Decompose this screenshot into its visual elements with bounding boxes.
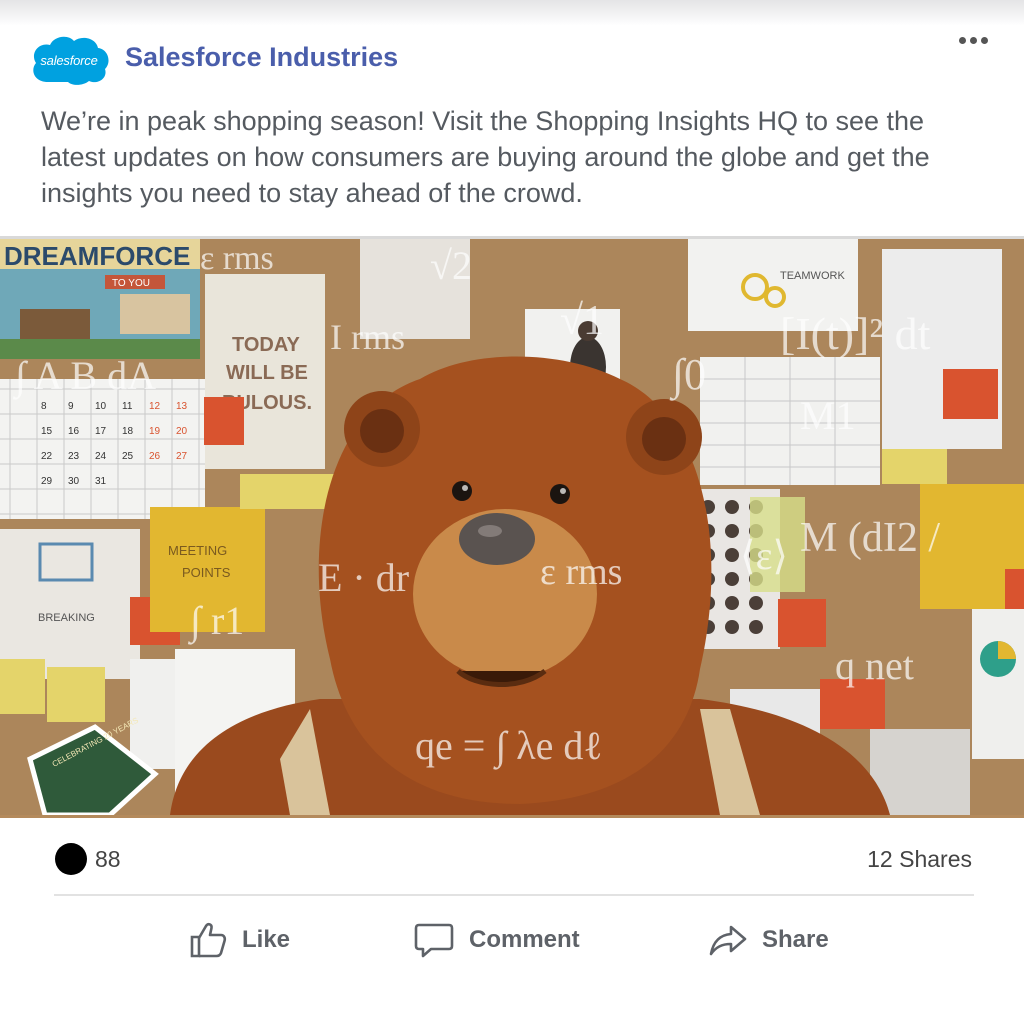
calendar-day: 13 [176,401,188,412]
note-meeting: MEETING [168,543,227,558]
note-today: TODAY [232,334,300,356]
calendar-day: 10 [95,401,107,412]
math-14: qe = ∫ λe dℓ [415,723,603,770]
math-13: q net [835,643,914,688]
author-name[interactable]: Salesforce Industries [125,42,398,73]
calendar-day: 20 [176,426,188,437]
math-15: ∫ r1 [187,598,244,645]
logo-text: salesforce [40,52,98,68]
math-11: ⟨ε⟩ [740,533,788,578]
math-5: [I(t)]² dt [780,308,931,359]
face-photo [725,548,739,562]
calendar: 8 9 10 11 12 13 15 16 17 18 19 20 22 23 24 25 26 27 29 30 31 [0,379,205,519]
reaction-count[interactable]: 88 [95,846,121,873]
note-breaking: BREAKING [38,612,95,624]
breaking-note: BREAKING [0,529,140,679]
poster-sub: TO YOU [112,278,150,289]
poster-title: DREAMFORCE [4,241,190,271]
share-arrow-icon [709,925,747,956]
math-8: I rms [330,317,405,357]
math-7: ∫ A B dA [12,353,156,400]
calendar-day: 9 [68,401,74,412]
math-2: √2 [430,243,472,288]
post-stats: 88 12 Shares [0,838,1024,878]
math-4: ∫0 [669,350,706,401]
red-sticky-2 [778,599,826,647]
today-note: TODAY WILL BE BULOUS. [204,274,325,469]
post-text: We’re in peak shopping season! Visit the… [41,106,930,208]
calendar-day: 22 [41,451,53,462]
like-label: Like [242,926,291,953]
comment-icon [414,923,454,958]
face-photo [725,596,739,610]
calendar-day: 16 [68,426,80,437]
yellow-sticky-left [47,667,105,722]
red-sticky [943,369,998,419]
share-button[interactable]: Share [708,915,829,965]
shares-count[interactable]: 12 Shares [867,846,972,873]
divider [54,894,974,896]
calendar-day: 23 [68,451,80,462]
calendar-day: 8 [41,401,47,412]
reaction-icon[interactable] [55,843,87,875]
yellow-strip [882,449,947,484]
calendar-day: 15 [41,426,53,437]
face-photo [725,620,739,634]
note-points: POINTS [182,565,231,580]
salesforce-logo[interactable]: salesforce [28,32,110,88]
face-photo [725,500,739,514]
face-photo [725,572,739,586]
calendar-day: 11 [122,401,133,412]
share-label: Share [762,926,829,953]
calendar-day: 30 [68,476,80,487]
post-image[interactable]: DREAMFORCE TO YOU 8 9 10 11 12 13 15 16 17 18 19 20… [0,236,1024,818]
bear-illustration: DREAMFORCE TO YOU 8 9 10 11 12 13 15 16 17 18 19 20… [0,239,1024,815]
chart-note [972,609,1024,759]
top-fade [0,0,1024,26]
math-12: M (dI2 / [800,515,940,561]
face-photo [725,524,739,538]
calendar-day: 17 [95,426,107,437]
face-photo [749,596,763,610]
calendar-day: 27 [176,451,188,462]
calendar-day: 19 [149,426,161,437]
comment-button[interactable]: Comment [413,915,580,965]
math-3: √1 [560,298,604,344]
action-bar: Like Comment Share [0,915,1024,967]
calendar-day: 26 [149,451,161,462]
note-teamwork: TEAMWORK [780,270,845,282]
calendar-day: 24 [95,451,107,462]
math-6: M1 [800,393,856,438]
calendar-day: 12 [149,401,161,412]
math-1: ε rms [200,240,274,277]
face-photo [749,620,763,634]
calendar-day: 29 [41,476,53,487]
post-header: salesforce Salesforce Industries [0,30,1024,90]
math-10: ε rms [540,551,622,593]
calendar-day: 31 [95,476,107,487]
comment-label: Comment [469,926,580,953]
more-options-icon[interactable] [953,30,993,50]
thumbs-up-icon [190,922,227,958]
like-button[interactable]: Like [188,915,290,965]
calendar-day: 18 [122,426,134,437]
math-9: E · dr [318,555,409,600]
note-will-be: WILL BE [226,362,308,384]
calendar-day: 25 [122,451,134,462]
dreamforce-poster: DREAMFORCE TO YOU [0,239,200,359]
